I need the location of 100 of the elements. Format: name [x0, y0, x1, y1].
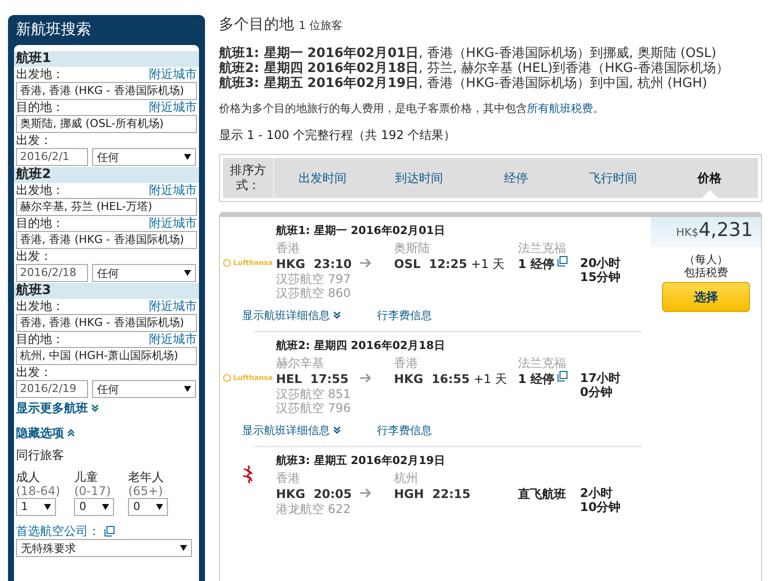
travelers-label: 同行旅客: [15, 447, 65, 464]
sort-option[interactable]: 到达时间: [370, 158, 468, 198]
nearby-cities-link[interactable]: 附近城市: [149, 216, 197, 231]
day-offset: +1 天: [470, 257, 504, 271]
count-select[interactable]: 0: [74, 498, 114, 516]
flight-number: 汉莎航空 796: [276, 401, 351, 415]
destination-field[interactable]: 奥斯陆, 挪威 (OSL-所有机场): [16, 115, 197, 133]
arrival-time: HGH 22:15: [394, 487, 470, 501]
dropdown-caret-icon: [156, 504, 164, 510]
sort-option[interactable]: 飞行时间: [564, 158, 662, 198]
result-count: 显示 1 - 100 个完整行程（共 192 个结果）: [219, 128, 456, 142]
dragon-logo-icon: [241, 464, 255, 484]
sort-option[interactable]: 经停: [468, 158, 564, 198]
section-heading: 航班3: [14, 283, 199, 299]
chevron-down-icon: [333, 311, 341, 319]
per-person-label: （每人）: [684, 253, 728, 266]
age-range: (18-64): [16, 484, 60, 498]
field-label: 目的地：: [16, 332, 64, 347]
day-offset: +1 天: [474, 372, 508, 386]
stops-count[interactable]: 1 经停: [518, 371, 555, 387]
flight-number: 汉莎航空 860: [276, 286, 351, 300]
popup-icon[interactable]: [556, 256, 568, 267]
airline-select[interactable]: 无特殊要求: [16, 539, 192, 557]
nearby-cities-link[interactable]: 附近城市: [149, 332, 197, 347]
chevron-down-icon: [333, 426, 341, 434]
taxes-link[interactable]: 所有航班税费: [527, 102, 593, 115]
nearby-cities-link[interactable]: 附近城市: [149, 183, 197, 198]
flight-duration: 2小时 10分钟: [580, 486, 622, 514]
age-range: (65+): [128, 484, 164, 498]
traveler-type: 儿童: [74, 470, 100, 484]
departure-time: HKG 23:10: [276, 256, 353, 272]
field-label: 出发地：: [16, 67, 64, 82]
city-name: 香港: [276, 470, 301, 486]
page-title: 多个目的地: [219, 15, 294, 33]
date-field[interactable]: 2016/2/1: [16, 148, 88, 166]
flight-details-link[interactable]: 显示航班详细信息: [242, 308, 341, 323]
chevron-down-icon: [91, 404, 99, 412]
count-select[interactable]: 0: [128, 498, 168, 516]
popup-icon[interactable]: [104, 526, 115, 537]
chevron-up-icon: [67, 429, 75, 437]
sort-option[interactable]: 价格: [661, 158, 758, 198]
stops-count[interactable]: 1 经停: [518, 256, 555, 272]
dropdown-caret-icon: [44, 504, 51, 510]
field-label: 出发：: [16, 249, 52, 264]
dropdown-caret-icon: [180, 545, 187, 551]
tax-note: 包括税费: [684, 266, 728, 279]
arrow-icon: [360, 488, 372, 498]
origin-field[interactable]: 香港, 香港 (HKG - 香港国际机场): [16, 314, 197, 332]
flight-duration: 20小时 15分钟: [580, 256, 622, 284]
flight-summary: 航班3: 星期五 2016年02月19日, 香港（HKG-香港国际机场）到中国, 杭州 (HGH): [219, 76, 708, 91]
time-select[interactable]: 任何: [92, 380, 196, 398]
flight-details-link[interactable]: 显示航班详细信息: [242, 423, 341, 438]
dropdown-caret-icon: [184, 386, 191, 392]
select-button[interactable]: 选择: [662, 282, 750, 312]
origin-field[interactable]: 赫尔辛基, 芬兰 (HEL-万塔): [16, 198, 197, 216]
panel-title: 新航班搜索: [15, 19, 92, 40]
date-field[interactable]: 2016/2/18: [16, 264, 88, 282]
arrow-icon: [360, 258, 372, 268]
airline-label: 首选航空公司：: [16, 524, 100, 539]
time-select[interactable]: 任何: [92, 264, 196, 282]
flight-summary: 航班2: 星期四 2016年02月18日, 芬兰, 赫尔辛基 (HEL)到香港（HKG-香港国际机场）: [219, 61, 730, 76]
count-select[interactable]: 1: [16, 498, 56, 516]
city-name: 香港: [394, 355, 419, 371]
field-label: 出发地：: [16, 299, 64, 314]
flight-number: 汉莎航空 797: [276, 272, 351, 286]
field-label: 出发：: [16, 365, 52, 380]
destination-field[interactable]: 杭州, 中国 (HGH-萧山国际机场): [16, 347, 197, 365]
departure-time: HEL 17:55: [276, 371, 350, 387]
baggage-fees-link[interactable]: 行李费信息: [377, 423, 432, 438]
leg-title: 航班3: 星期五 2016年02月19日: [276, 453, 446, 468]
price: 4,231: [698, 219, 753, 241]
sort-option[interactable]: 出发时间: [274, 158, 371, 198]
city-name: 香港: [276, 240, 301, 256]
arrow-icon: [360, 373, 372, 383]
hide-options-link[interactable]: 隐藏选项: [14, 424, 199, 443]
dropdown-caret-icon: [184, 154, 191, 160]
traveler-type: 成人: [16, 470, 41, 484]
price-note: 价格为多个目的地旅行的每人费用，是电子客票价格，其中包含所有航班税费。: [219, 101, 605, 116]
nearby-cities-link[interactable]: 附近城市: [149, 100, 197, 115]
arrival-time: OSL 12:25: [394, 257, 468, 271]
origin-field[interactable]: 香港, 香港 (HKG - 香港国际机场): [16, 82, 197, 100]
time-select[interactable]: 任何: [92, 148, 196, 166]
leg-title: 航班1: 星期一 2016年02月01日: [276, 223, 446, 238]
flight-duration: 17小时 0分钟: [580, 371, 622, 399]
date-field[interactable]: 2016/2/19: [16, 380, 88, 398]
stopover-city: 法兰克福: [518, 240, 567, 256]
age-range: (0-17): [74, 484, 112, 498]
section-heading: 航班2: [14, 167, 199, 183]
sort-label: 排序方式：: [223, 158, 274, 198]
traveler-count: 1 位旅客: [298, 19, 342, 32]
baggage-fees-link[interactable]: 行李费信息: [377, 308, 432, 323]
field-label: 目的地：: [16, 216, 64, 231]
more-flights-link[interactable]: 显示更多航班: [14, 399, 199, 418]
nearby-cities-link[interactable]: 附近城市: [149, 67, 197, 82]
dropdown-caret-icon: [184, 270, 191, 276]
popup-icon[interactable]: [556, 371, 568, 382]
city-name: 杭州: [394, 470, 419, 486]
arrival-time: HKG 16:55: [394, 372, 470, 386]
destination-field[interactable]: 香港, 香港 (HKG - 香港国际机场): [16, 231, 197, 249]
nearby-cities-link[interactable]: 附近城市: [149, 299, 197, 314]
